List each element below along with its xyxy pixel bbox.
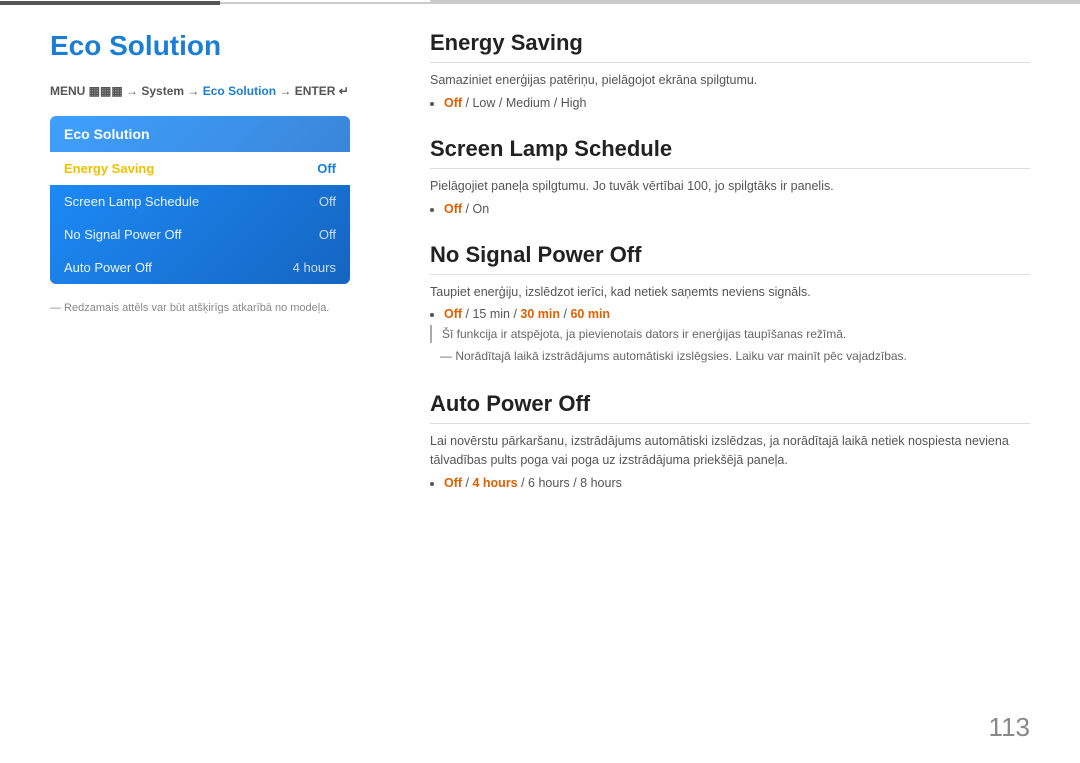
note-no-signal-1: Šī funkcija ir atspējota, ja pievienotai… [430, 325, 1030, 343]
footnote: ― Redzamais attēls var būt atšķirīgs atk… [50, 302, 360, 314]
menu-item-energy-saving-label: Energy Saving [64, 161, 154, 176]
section-no-signal-options: Off / 15 min / 30 min / 60 min [444, 307, 1030, 321]
opt-off-lamp: Off [444, 202, 462, 216]
page-title: Eco Solution [50, 30, 360, 62]
section-no-signal-title: No Signal Power Off [430, 242, 1030, 275]
section-screen-lamp-desc: Pielāgojiet paneļa spilgtumu. Jo tuvāk v… [430, 177, 1030, 196]
section-energy-saving-desc: Samaziniet enerģijas patēriņu, pielāgojo… [430, 71, 1030, 90]
right-column: Energy Saving Samaziniet enerģijas patēr… [430, 30, 1030, 516]
top-line-dark [0, 1, 220, 5]
option-energy-saving: Off / Low / Medium / High [444, 96, 1030, 110]
left-column: Eco Solution MENU ▦▦▦ → System → Eco Sol… [50, 30, 360, 314]
section-no-signal: No Signal Power Off Taupiet enerģiju, iz… [430, 242, 1030, 366]
breadcrumb-menu: MENU ▦▦▦ → [50, 84, 138, 98]
option-no-signal: Off / 15 min / 30 min / 60 min [444, 307, 1030, 321]
menu-item-energy-saving[interactable]: Energy Saving Off [50, 152, 350, 185]
opt-30min: 30 min [520, 307, 560, 321]
section-no-signal-desc: Taupiet enerģiju, izslēdzot ierīci, kad … [430, 283, 1030, 302]
menu-item-energy-saving-value: Off [317, 161, 336, 176]
opt-60min: 60 min [570, 307, 610, 321]
menu-item-screen-lamp-value: Off [319, 194, 336, 209]
right-divider [430, 0, 1080, 2]
option-screen-lamp: Off / On [444, 202, 1030, 216]
menu-item-screen-lamp-label: Screen Lamp Schedule [64, 194, 199, 209]
section-screen-lamp-title: Screen Lamp Schedule [430, 136, 1030, 169]
top-line-light [220, 2, 1080, 4]
menu-item-no-signal-value: Off [319, 227, 336, 242]
section-auto-power-title: Auto Power Off [430, 391, 1030, 424]
menu-box-title: Eco Solution [50, 116, 350, 152]
section-screen-lamp-options: Off / On [444, 202, 1030, 216]
page-number: 113 [989, 712, 1030, 743]
opt-off-auto: Off [444, 476, 462, 490]
menu-item-auto-power-label: Auto Power Off [64, 260, 152, 275]
section-screen-lamp: Screen Lamp Schedule Pielāgojiet paneļa … [430, 136, 1030, 216]
section-auto-power-desc: Lai novērstu pārkaršanu, izstrādājums au… [430, 432, 1030, 470]
breadcrumb-enter: → ENTER ↵ [279, 84, 348, 98]
menu-item-auto-power-value: 4 hours [293, 260, 336, 275]
menu-item-no-signal-label: No Signal Power Off [64, 227, 182, 242]
section-auto-power: Auto Power Off Lai novērstu pārkaršanu, … [430, 391, 1030, 490]
section-energy-saving-title: Energy Saving [430, 30, 1030, 63]
opt-off: Off [444, 96, 462, 110]
breadcrumb: MENU ▦▦▦ → System → Eco Solution → ENTER… [50, 84, 360, 98]
menu-box: Eco Solution Energy Saving Off Screen La… [50, 116, 350, 284]
section-energy-saving-options: Off / Low / Medium / High [444, 96, 1030, 110]
breadcrumb-eco: Eco Solution [203, 84, 276, 98]
breadcrumb-system: System → [141, 84, 199, 98]
opt-4hours: 4 hours [472, 476, 517, 490]
option-auto-power: Off / 4 hours / 6 hours / 8 hours [444, 476, 1030, 490]
menu-item-auto-power[interactable]: Auto Power Off 4 hours [50, 251, 350, 284]
menu-item-screen-lamp[interactable]: Screen Lamp Schedule Off [50, 185, 350, 218]
opt-off-signal: Off [444, 307, 462, 321]
section-energy-saving: Energy Saving Samaziniet enerģijas patēr… [430, 30, 1030, 110]
note-no-signal-2: ― Norādītajā laikā izstrādājums automāti… [430, 347, 1030, 365]
section-auto-power-options: Off / 4 hours / 6 hours / 8 hours [444, 476, 1030, 490]
menu-item-no-signal[interactable]: No Signal Power Off Off [50, 218, 350, 251]
